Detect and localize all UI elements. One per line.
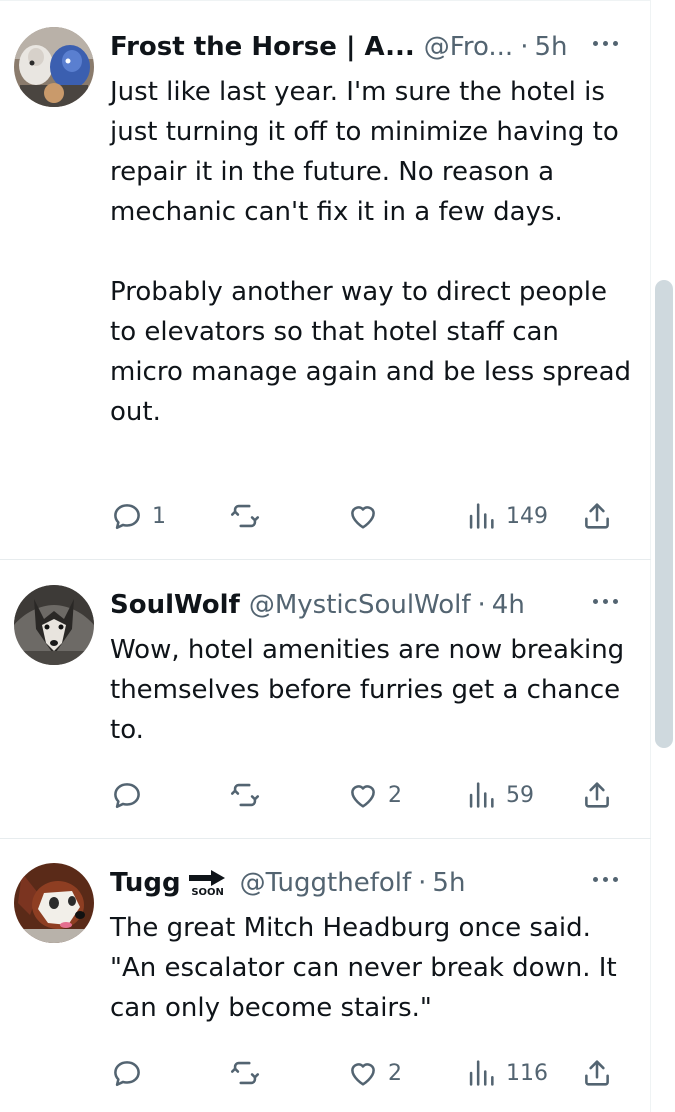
tweet-actions: 1 149 [110, 496, 620, 536]
separator-dot: · [418, 868, 427, 898]
reply-icon [114, 1061, 140, 1087]
arrow-right-icon [188, 869, 225, 886]
tweet-header: SoulWolf @MysticSoulWolf · 4h [110, 585, 639, 625]
share-button[interactable] [580, 775, 614, 815]
avatar-tugg[interactable] [14, 863, 94, 943]
share-icon [585, 782, 609, 808]
author-handle[interactable]: @MysticSoulWolf [249, 590, 471, 620]
tweet-header: Tugg SOON @Tuggthefolf · 5h [110, 863, 639, 903]
tweet-paragraph: The great Mitch Headburg once said. "An … [110, 913, 617, 1023]
author-name[interactable]: SoulWolf [110, 590, 240, 620]
like-button[interactable]: 2 [346, 1053, 402, 1093]
tweet-soulwolf[interactable]: SoulWolf @MysticSoulWolf · 4h Wow, hotel… [0, 560, 651, 838]
views-count: 149 [506, 503, 548, 529]
like-button[interactable] [346, 496, 388, 536]
scrollbar-thumb[interactable] [655, 280, 673, 748]
timestamp[interactable]: 5h [432, 868, 465, 898]
share-icon [585, 503, 609, 529]
timeline-feed: Frost the Horse | A... @Fro... · 5h Just… [0, 0, 651, 1112]
repost-icon [230, 1061, 260, 1085]
views-icon [469, 1060, 494, 1086]
reply-button[interactable] [110, 775, 152, 815]
views-count: 59 [506, 782, 534, 808]
separator-dot: · [520, 32, 529, 62]
tweet-paragraph: Probably another way to direct people to… [110, 277, 632, 427]
repost-button[interactable] [228, 1053, 270, 1093]
views-icon [469, 503, 494, 529]
badge-text: SOON [191, 886, 224, 898]
like-icon [351, 785, 375, 808]
reply-button[interactable] [110, 1053, 152, 1093]
views-icon [469, 782, 494, 808]
views-button[interactable]: 116 [464, 1053, 548, 1093]
soon-badge: SOON [188, 869, 227, 898]
like-icon [351, 506, 375, 529]
views-button[interactable]: 59 [464, 775, 534, 815]
share-button[interactable] [580, 1053, 614, 1093]
tweet-paragraph: Just like last year. I'm sure the hotel … [110, 77, 619, 227]
tweet-tugg[interactable]: Tugg SOON @Tuggthefolf · 5h The great Mi… [0, 839, 651, 1112]
more-icon[interactable] [585, 864, 625, 894]
like-button[interactable]: 2 [346, 775, 402, 815]
avatar-soulwolf[interactable] [14, 585, 94, 665]
tweet-text: Just like last year. I'm sure the hotel … [110, 72, 635, 432]
share-button[interactable] [580, 496, 614, 536]
tweet-header: Frost the Horse | A... @Fro... · 5h [110, 27, 639, 67]
author-name[interactable]: Tugg [110, 868, 181, 898]
like-count: 2 [388, 782, 402, 808]
reply-button[interactable]: 1 [110, 496, 166, 536]
tweet-text: The great Mitch Headburg once said. "An … [110, 908, 635, 1028]
author-handle[interactable]: @Fro... [424, 32, 513, 62]
views-button[interactable]: 149 [464, 496, 548, 536]
reply-icon [114, 504, 140, 530]
like-icon [351, 1063, 375, 1086]
tweet-text: Wow, hotel amenities are now breaking th… [110, 630, 635, 750]
tweet-frost[interactable]: Frost the Horse | A... @Fro... · 5h Just… [0, 0, 651, 560]
author-handle[interactable]: @Tuggthefolf [240, 868, 412, 898]
views-count: 116 [506, 1060, 548, 1086]
timestamp[interactable]: 4h [492, 590, 525, 620]
repost-button[interactable] [228, 496, 270, 536]
more-icon[interactable] [585, 28, 625, 58]
author-name[interactable]: Frost the Horse | A... [110, 32, 415, 62]
tweet-actions: 2 59 [110, 775, 620, 815]
share-icon [585, 1060, 609, 1086]
reply-count: 1 [152, 503, 166, 529]
repost-button[interactable] [228, 775, 270, 815]
avatar-frost[interactable] [14, 27, 94, 107]
more-icon[interactable] [585, 586, 625, 616]
separator-dot: · [477, 590, 486, 620]
tweet-actions: 2 116 [110, 1053, 620, 1093]
timestamp[interactable]: 5h [534, 32, 567, 62]
repost-icon [230, 783, 260, 807]
reply-icon [114, 783, 140, 809]
like-count: 2 [388, 1060, 402, 1086]
repost-icon [230, 504, 260, 528]
tweet-paragraph: Wow, hotel amenities are now breaking th… [110, 635, 625, 745]
